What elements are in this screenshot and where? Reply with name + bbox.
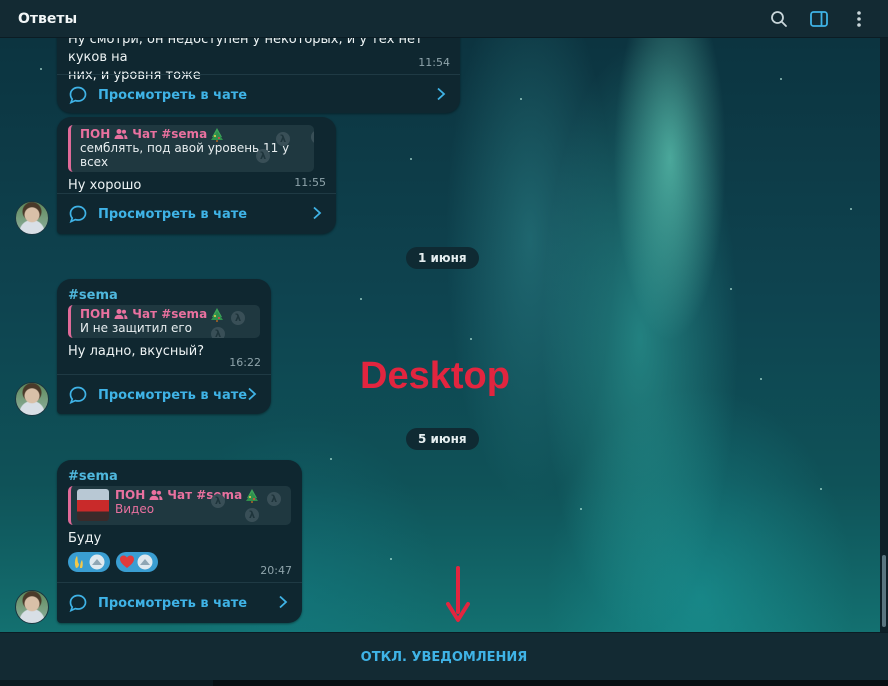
reply-chat-name: Чат #sema xyxy=(132,307,208,321)
comment-icon xyxy=(69,386,87,405)
reaction-chip[interactable] xyxy=(116,552,158,572)
reply-text: семблять, под авой уровень 11 у всех xyxy=(80,141,290,169)
reply-author: ПОН xyxy=(80,127,111,141)
desktop-annotation: Desktop xyxy=(360,355,510,397)
avatar-mini-icon xyxy=(137,554,153,570)
avatar[interactable] xyxy=(15,382,49,416)
chat-scrollbar[interactable] xyxy=(880,38,888,632)
message-time: 16:22 xyxy=(229,356,261,369)
top-bar: Ответы xyxy=(0,0,888,38)
chevron-right-icon xyxy=(279,595,288,609)
pattern-icon: λ xyxy=(211,327,225,338)
chevron-right-icon xyxy=(313,206,322,220)
avatar[interactable] xyxy=(15,590,49,624)
group-icon xyxy=(114,129,128,139)
reply-header: ПОН Чат #sema xyxy=(80,307,252,322)
view-in-chat-label: Просмотреть в чате xyxy=(98,206,248,222)
view-in-chat-label: Просмотреть в чате xyxy=(98,387,248,403)
hashtag-link[interactable]: #sema xyxy=(68,469,291,484)
emoji-icon xyxy=(74,556,83,568)
page-title: Ответы xyxy=(18,10,78,27)
avatar-mini-icon xyxy=(89,554,105,570)
chevron-right-icon xyxy=(437,87,446,101)
message-time: 11:54 xyxy=(418,56,450,69)
mute-notifications-button[interactable]: ОТКЛ. УВЕДОМЛЕНИЯ xyxy=(361,650,528,665)
comment-icon xyxy=(69,594,87,613)
reply-chat-name: Чат #sema xyxy=(167,488,243,502)
christmas-tree-icon xyxy=(211,307,224,322)
pattern-icon: λ xyxy=(267,492,281,506)
christmas-tree-icon xyxy=(211,127,224,142)
message-text: Буду xyxy=(68,531,102,546)
group-icon xyxy=(149,490,163,500)
view-in-chat-button[interactable]: Просмотреть в чате xyxy=(57,583,302,623)
horizontal-scrollbar[interactable] xyxy=(0,680,888,686)
arrow-down-icon xyxy=(446,566,470,622)
search-icon[interactable] xyxy=(768,8,790,30)
reply-author: ПОН xyxy=(80,307,111,321)
horizontal-scrollbar-thumb[interactable] xyxy=(213,680,888,686)
video-thumbnail xyxy=(77,489,109,521)
header-actions xyxy=(768,0,870,38)
heart-icon xyxy=(120,555,134,568)
hashtag-link[interactable]: #sema xyxy=(68,288,260,303)
message-bubble: λ λ λ ПОН Чат #sema семблять, под авой у… xyxy=(57,117,336,234)
avatar[interactable] xyxy=(15,201,49,235)
more-vertical-icon[interactable] xyxy=(848,8,870,30)
comment-icon xyxy=(69,205,87,224)
reactions xyxy=(68,552,291,572)
reply-quote[interactable]: λ λ λ ПОН Чат #sema семблять, под авой у… xyxy=(68,125,314,172)
pattern-icon: λ xyxy=(276,132,290,146)
reply-quote[interactable]: λ λ λ ПОН Чат #sema Видео xyxy=(68,486,291,525)
reply-text: И не защитил его xyxy=(80,321,192,335)
group-icon xyxy=(114,309,128,319)
message-bubble: #sema λ λ λ ПОН Чат #sema Видео Буду 20:… xyxy=(57,460,302,623)
view-in-chat-button[interactable]: Просмотреть в чате xyxy=(57,375,271,415)
message-time: 20:47 xyxy=(260,564,292,577)
date-separator: 5 июня xyxy=(406,428,479,450)
chat-scrollbar-thumb[interactable] xyxy=(882,555,886,627)
view-in-chat-button[interactable]: Просмотреть в чате xyxy=(57,194,336,234)
pattern-icon: λ xyxy=(311,130,314,144)
comment-icon xyxy=(69,86,87,105)
pattern-icon: λ xyxy=(231,311,245,325)
pattern-icon: λ xyxy=(211,494,225,508)
date-separator: 1 июня xyxy=(406,247,479,269)
reply-header: ПОН Чат #sema xyxy=(115,488,283,503)
chevron-right-icon xyxy=(248,387,257,401)
reply-author: ПОН xyxy=(115,488,146,502)
reply-chat-name: Чат #sema xyxy=(132,127,208,141)
bottom-bar: ОТКЛ. УВЕДОМЛЕНИЯ xyxy=(0,632,888,681)
reply-header: ПОН Чат #sema xyxy=(80,127,306,142)
reaction-chip[interactable] xyxy=(68,552,110,572)
pattern-icon: λ xyxy=(256,149,270,163)
christmas-tree-icon xyxy=(246,488,259,503)
view-in-chat-label: Просмотреть в чате xyxy=(98,595,248,611)
message-bubble: #sema λ λ ПОН Чат #sema И не защитил его… xyxy=(57,279,271,414)
reply-quote[interactable]: λ λ ПОН Чат #sema И не защитил его xyxy=(68,305,260,338)
message-time: 11:55 xyxy=(294,176,326,189)
view-in-chat-button[interactable]: Просмотреть в чате xyxy=(57,75,460,115)
pattern-icon: λ xyxy=(245,508,259,522)
sidebar-toggle-icon[interactable] xyxy=(808,8,830,30)
view-in-chat-label: Просмотреть в чате xyxy=(98,87,248,103)
